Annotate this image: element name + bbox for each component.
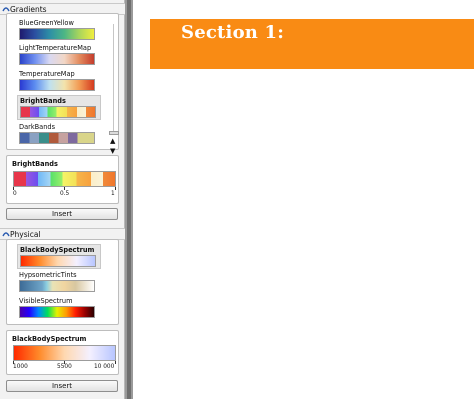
panel-splitter[interactable] [125, 0, 133, 399]
gradient-name: BrightBands [20, 97, 66, 105]
gradient-item-hypsometrictints[interactable]: HypsometricTints [19, 271, 101, 293]
tick-mark [115, 187, 116, 190]
gradient-name: BlueGreenYellow [19, 19, 74, 27]
gradient-swatch [19, 280, 95, 292]
gradient-swatch [20, 106, 96, 118]
gradients-scrollbar[interactable]: ▲ ▼ [109, 24, 119, 155]
gradient-item-blackbodyspectrum[interactable]: BlackBodySpectrum [17, 244, 101, 269]
gradient-item-temperaturemap[interactable]: TemperatureMap [19, 70, 101, 92]
scroll-down-icon[interactable]: ▼ [110, 148, 115, 155]
preview-gradient-bar [13, 171, 116, 187]
tick-label: 1000 [13, 364, 28, 370]
section-title[interactable]: Section 1: [181, 22, 284, 43]
preview-title: BlackBodySpectrum [12, 335, 87, 343]
collapse-arrow-icon[interactable] [2, 230, 10, 238]
tick-label: 10 000 [94, 364, 115, 370]
gradient-name: LightTemperatureMap [19, 44, 92, 52]
gradient-item-bluegreenyellow[interactable]: BlueGreenYellow [19, 19, 101, 41]
scrollbar-track[interactable] [113, 24, 114, 134]
physical-list-panel: BlackBodySpectrum HypsometricTints Visib… [6, 239, 119, 325]
collapse-arrow-icon[interactable] [2, 5, 10, 13]
gradient-name: TemperatureMap [19, 70, 75, 78]
gradient-name: HypsometricTints [19, 271, 77, 279]
section-banner[interactable]: Section 1: [150, 19, 474, 69]
insert-gradient-button[interactable]: Insert [6, 208, 118, 220]
color-schemes-palette: Gradients BlueGreenYellow LightTemperatu… [0, 0, 125, 399]
tick-label: 1 [111, 191, 115, 197]
tick-mark [64, 187, 65, 190]
physical-group-label: Physical [10, 230, 41, 239]
tick-label: 0 [13, 191, 17, 197]
tick-mark [115, 361, 116, 364]
gradient-item-darkbands[interactable]: DarkBands [19, 123, 101, 145]
gradient-swatch [19, 132, 95, 144]
gradient-name: DarkBands [19, 123, 56, 131]
tick-label: 5500 [57, 364, 72, 370]
gradient-name: BlackBodySpectrum [20, 246, 95, 254]
gradient-item-brightbands[interactable]: BrightBands [17, 95, 101, 120]
gradient-name: VisibleSpectrum [19, 297, 73, 305]
tick-mark [13, 187, 14, 190]
gradient-swatch [19, 53, 95, 65]
gradients-list-panel: BlueGreenYellow LightTemperatureMap Temp… [6, 13, 119, 155]
preview-title: BrightBands [12, 160, 58, 168]
gradient-preview-panel: BrightBands 0 0.5 1 [6, 155, 119, 204]
physical-preview-panel: BlackBodySpectrum 1000 5500 10 000 [6, 330, 119, 375]
scroll-up-icon[interactable]: ▲ [110, 138, 115, 145]
gradient-swatch [19, 79, 95, 91]
notebook-canvas[interactable]: Section 1: [133, 0, 474, 399]
gradient-swatch [19, 306, 95, 318]
scrollbar-thumb[interactable] [109, 131, 119, 135]
insert-physical-button[interactable]: Insert [6, 380, 118, 392]
gradient-item-visiblespectrum[interactable]: VisibleSpectrum [19, 297, 101, 319]
gradient-item-lighttemperaturemap[interactable]: LightTemperatureMap [19, 44, 101, 66]
gradient-swatch [20, 255, 96, 267]
preview-gradient-bar [13, 345, 116, 361]
tick-label: 0.5 [60, 191, 70, 197]
splitter-handle[interactable] [127, 0, 131, 399]
gradient-swatch [19, 28, 95, 40]
